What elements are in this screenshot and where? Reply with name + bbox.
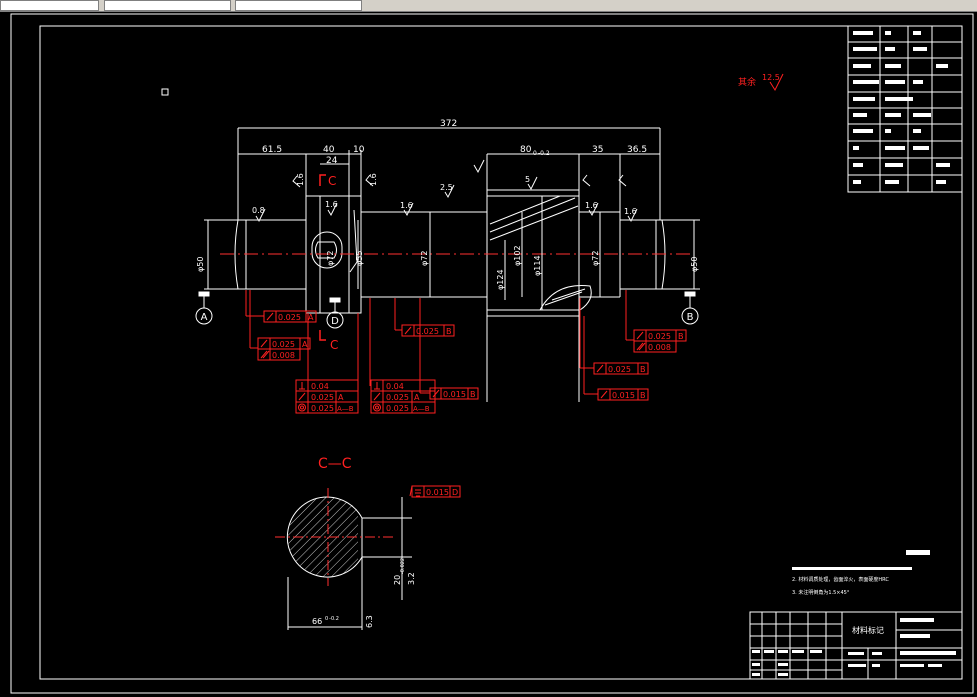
rough-16d: 1.6 <box>585 201 598 210</box>
roughness-symbols <box>255 159 638 273</box>
drawing-canvas[interactable]: 其余 12.5 372 61.5 40 24 10 80 0 -0.2 35 3… <box>0 0 977 697</box>
note-2: 2. 材料调质处理，齿面淬火，表面硬度HRC <box>792 576 889 583</box>
rough-5: 5 <box>525 175 530 184</box>
gdt-f10-ref: D <box>452 488 458 497</box>
rough-16e: 1.6 <box>624 207 637 216</box>
gdt-f3c: 0.025 <box>311 404 334 413</box>
notes-heading <box>906 550 930 555</box>
rest-roughness-label: 其余 <box>738 76 756 88</box>
rough-16c: 1.6 <box>400 201 413 210</box>
dia-72b: φ72 <box>591 251 600 266</box>
dim-36: 36.5 <box>627 145 647 155</box>
section-title: C—C <box>318 456 352 472</box>
gdt-f6-ref: B <box>470 390 476 399</box>
gdt-f9-ref: B <box>640 391 646 400</box>
gdt-f5b-ref: A <box>414 393 420 402</box>
dim-40: 40 <box>323 145 335 155</box>
rough-63: 6.3 <box>365 615 374 628</box>
datum-b: B <box>687 312 694 323</box>
title-block <box>749 611 963 680</box>
gdt-f8a-ref: B <box>678 332 684 341</box>
rough-32: 3.2 <box>407 572 416 585</box>
dim-80: 80 <box>520 145 532 155</box>
section-label-top: C <box>328 174 336 188</box>
gdt-f1-ref: A <box>308 313 314 322</box>
dia-72a: φ72 <box>420 251 429 266</box>
dimension-texts: 372 61.5 40 24 10 80 0 -0.2 35 36.5 <box>262 119 647 166</box>
dim-24: 24 <box>326 156 338 166</box>
gdt-f4-ref: B <box>446 327 452 336</box>
dia-114: φ114 <box>533 255 542 276</box>
dim-61: 61.5 <box>262 145 282 155</box>
dimension-lines <box>204 127 700 402</box>
gdt-f6: 0.015 <box>443 390 466 399</box>
dia-left: φ50 <box>196 257 205 272</box>
gdt-f8a: 0.025 <box>648 332 671 341</box>
dia-key: φ72 <box>326 251 335 266</box>
gdt-f5b: 0.025 <box>386 393 409 402</box>
gdt-f3b: 0.025 <box>311 393 334 402</box>
material-label: 材料标记 <box>852 625 884 635</box>
gdt-f9: 0.015 <box>612 391 635 400</box>
dim-keywidth: 20 <box>393 575 402 585</box>
dia-102: φ102 <box>513 245 522 266</box>
dia-right: φ50 <box>690 257 699 272</box>
dim-35: 35 <box>592 145 603 155</box>
dia-gear-l: φ124 <box>496 269 505 290</box>
datum-d: D <box>331 316 339 327</box>
dim-10: 10 <box>353 145 365 155</box>
gdt-f8b: 0.008 <box>648 343 671 352</box>
gdt-f5c: 0.025 <box>386 404 409 413</box>
gdt-f3c-ref: A—B <box>337 405 354 413</box>
note-1 <box>792 567 912 570</box>
gdt-f1: 0.025 <box>278 313 301 322</box>
section-cc <box>275 485 413 630</box>
dim-keywidth-tol: -0.022 <box>400 558 406 574</box>
section-label-bottom: C <box>330 338 338 352</box>
gdt-f2a-ref: A <box>302 340 308 349</box>
gdt-f2b: 0.008 <box>272 351 295 360</box>
cursor-marker <box>161 88 169 96</box>
dim-80-tol: 0 -0.2 <box>533 150 550 157</box>
gdt-f3a: 0.04 <box>311 382 329 391</box>
dim-keydepth-tol: 0 -0.2 <box>325 616 339 622</box>
gdt-f7: 0.025 <box>608 365 631 374</box>
gdt-f5a: 0.04 <box>386 382 404 391</box>
diameter-texts: φ50 φ50 φ72 φ55 φ72 φ102 φ114 φ72 φ124 <box>196 245 699 290</box>
gdt-f4: 0.025 <box>416 327 439 336</box>
rest-roughness-value: 12.5 <box>762 73 780 82</box>
dim-keydepth: 66 <box>312 617 322 626</box>
gdt-f2a: 0.025 <box>272 340 295 349</box>
gdt-f10: 0.015 <box>426 488 449 497</box>
datum-a: A <box>201 312 208 323</box>
note-3: 3. 未注明倒角为1.5×45° <box>792 589 850 596</box>
gdt-f3b-ref: A <box>338 393 344 402</box>
gdt-f7-ref: B <box>640 365 646 374</box>
dim-overall: 372 <box>440 119 457 129</box>
gdt-f5c-ref: A—B <box>413 405 430 413</box>
